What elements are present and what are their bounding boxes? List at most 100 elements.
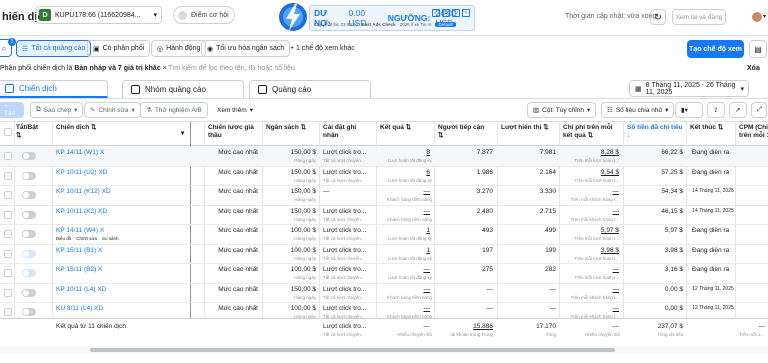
row-checkbox[interactable] — [4, 171, 12, 180]
row-checkbox[interactable] — [4, 269, 12, 277]
col-toggle[interactable]: Tắt/Bật ⇅ — [16, 124, 44, 139]
col-campaign[interactable]: Chiến dịch ⇅ — [56, 124, 176, 132]
campaign-name[interactable]: KP 10/11 (K12) XD — [56, 188, 111, 195]
ab-test-button[interactable]: ⚗ Thử nghiệm A/B — [140, 102, 208, 118]
result-value[interactable]: — — [380, 305, 431, 312]
row-checkbox[interactable] — [4, 191, 12, 199]
view-all-ads[interactable]: ☰ Tất cả quảng cáo — [16, 40, 92, 57]
chevron-down-icon[interactable]: ▾ — [763, 13, 766, 20]
create-button[interactable]: + Tạo — [0, 102, 24, 118]
cost-per-result[interactable]: 8,28 $ — [563, 149, 619, 156]
campaign-toggle[interactable] — [22, 171, 36, 180]
result-value[interactable]: — — [380, 286, 431, 293]
campaign-name[interactable]: KP 14/11 (W1) X — [56, 149, 104, 156]
row-checkbox[interactable] — [4, 230, 12, 238]
campaign-toggle[interactable] — [22, 230, 36, 238]
column-menu-icon[interactable]: ▾ — [181, 130, 184, 138]
table-row[interactable]: KP 15/11 (B1) X Mức cao nhất 100,00 $ Hàng … — [0, 245, 768, 264]
row-checkbox[interactable] — [4, 249, 12, 258]
chart-button[interactable]: ⤢ — [751, 102, 767, 118]
col-cpm[interactable]: CPM (Chi trên mỗi 1 — [739, 124, 768, 139]
result-value[interactable]: 8 — [380, 149, 430, 156]
check-icon[interactable]: ✓ — [432, 9, 440, 17]
table-row[interactable]: KP 14/11 (W4) X Biểu đồ Chỉnh sửa So sánh Mứ… — [0, 225, 768, 245]
cost-per-result[interactable]: — — [563, 266, 620, 273]
export-button[interactable]: ⇪ — [707, 102, 725, 118]
create-view-button[interactable]: Tạo chế độ xem — [687, 40, 744, 58]
refresh-icon[interactable]: ↻ — [452, 9, 460, 17]
row-checkbox[interactable] — [4, 288, 12, 297]
cost-per-result[interactable]: — — [563, 188, 620, 195]
table-row[interactable]: KP 10/11 (U2) XD Mức cao nhất 150,00 $ Hàng… — [0, 167, 768, 186]
table-row[interactable]: KP 14/11 (W1) X Mức cao nhất 150,00 $ Hàng … — [0, 147, 768, 167]
campaign-name[interactable]: KP 10/11 (L4) XD — [56, 286, 106, 293]
more-button[interactable]: Xem thêm ▾ — [212, 102, 258, 118]
totals-reach[interactable]: 15.886 — [438, 323, 493, 330]
avatar[interactable] — [752, 12, 762, 22]
view-actions[interactable]: ◎ Hành động — [151, 40, 207, 57]
campaign-toggle[interactable] — [22, 288, 36, 297]
col-impressions[interactable]: Lượt hiển thị ⇅ — [501, 124, 559, 132]
campaign-toggle[interactable] — [22, 191, 36, 199]
copy-icon[interactable]: ⧉ — [442, 9, 450, 17]
cost-per-result[interactable]: — — [563, 286, 620, 293]
table-row[interactable]: KP 15/11 (B2) X Mức cao nhất 100,00 $ Hàng … — [0, 264, 768, 284]
col-amount-spent[interactable]: Số tiền đã chi tiêu ↓ — [627, 124, 683, 139]
close-icon[interactable]: × — [462, 9, 470, 17]
date-range-picker[interactable]: ▦ 8 Tháng 11, 2025 - 26 Tháng 11, 2025 ▾ — [629, 80, 749, 97]
edit-button[interactable]: ✎ Chỉnh sửa ▾ — [84, 102, 141, 118]
view-optimize-budget[interactable]: ◉ Tối ưu hóa ngân sách — [201, 40, 291, 57]
result-value[interactable]: 1 — [380, 227, 430, 234]
edit-link[interactable]: Chỉnh sửa — [76, 236, 97, 241]
view-distributed[interactable]: ▣ Có phân phối — [87, 40, 151, 57]
reports-button[interactable]: ▮▾ — [675, 102, 703, 118]
table-row[interactable]: KP 10/11 (K12) XD Mức cao nhất 150,00 $ Hàn… — [0, 186, 768, 206]
filter-search-input[interactable]: Tìm kiếm để lọc theo tên, ID hoặc số liệ… — [168, 65, 295, 72]
table-row[interactable]: KP 10/11 (K2) XD Mức cao nhất 150,00 $ Hàng… — [0, 206, 768, 225]
result-value[interactable]: 6 — [380, 169, 430, 176]
col-cost-per-result[interactable]: Chi phí trên mỗi kết quả ⇅ — [563, 124, 621, 139]
col-ends[interactable]: Kết thúc ⇅ — [690, 124, 734, 132]
compare-link[interactable]: So sánh — [102, 236, 119, 241]
campaign-toggle[interactable] — [22, 308, 36, 316]
clear-filters-button[interactable]: Xóa — [747, 65, 760, 72]
result-value[interactable]: — — [380, 188, 431, 195]
campaign-toggle[interactable] — [22, 269, 36, 277]
campaign-name[interactable]: KP 10/11 (K2) XD — [56, 208, 107, 215]
row-checkbox[interactable] — [4, 308, 12, 316]
result-value[interactable]: — — [380, 266, 431, 273]
result-value[interactable]: 1 — [380, 247, 430, 254]
panel-toggle-button[interactable]: ▤ — [749, 40, 767, 58]
col-results[interactable]: Kết quả ⇅ — [380, 124, 432, 132]
more-views-link[interactable]: + 1 chế độ xem khác — [290, 45, 355, 52]
col-reach[interactable]: Người tiếp cận ⇅ — [438, 124, 492, 139]
tab-ads[interactable]: Quảng cáo — [249, 80, 371, 98]
campaign-toggle[interactable] — [22, 249, 36, 258]
row-checkbox[interactable] — [4, 152, 12, 160]
opportunity-score[interactable]: Điểm cơ hội — [173, 6, 235, 24]
table-row[interactable]: KP 10/11 (L4) XD Mức cao nhất 150,00 $ Hàng… — [0, 284, 768, 303]
row-checkbox[interactable] — [4, 210, 12, 219]
campaign-name[interactable]: KU 8/11 (L4) XD — [56, 305, 103, 312]
share-button[interactable]: ↗ — [729, 102, 747, 118]
default-select[interactable]: Default — [435, 22, 456, 27]
cost-per-result[interactable]: 9,54 $ — [563, 169, 619, 176]
horizontal-scrollbar[interactable] — [90, 348, 615, 352]
refresh-button[interactable]: ↻ — [650, 9, 666, 25]
campaign-name[interactable]: KP 10/11 (U2) XD — [56, 169, 107, 176]
campaign-name[interactable]: KP 14/11 (W4) X — [56, 227, 104, 234]
cost-per-result[interactable]: — — [563, 208, 620, 215]
cost-per-result[interactable]: 5,97 $ — [563, 227, 619, 234]
col-budget[interactable]: Ngân sách ⇅ — [266, 124, 318, 132]
col-bid[interactable]: Chiến lược giá thầu — [208, 124, 260, 139]
columns-button[interactable]: ▥ Cột: Tùy chỉnh ▾ — [527, 102, 597, 118]
campaign-toggle[interactable] — [22, 152, 36, 160]
close-icon[interactable]: × — [163, 65, 167, 72]
account-selector[interactable]: D KUPU178.66 (116620984... ▾ — [36, 6, 162, 24]
review-publish-button[interactable]: Xem lại và đăng — [672, 9, 726, 25]
duplicate-button[interactable]: ⧉ Sao chép ▾ — [30, 102, 84, 118]
result-value[interactable]: — — [380, 208, 431, 215]
col-attribution[interactable]: Cài đặt ghi nhận — [323, 124, 373, 139]
campaign-name[interactable]: KP 15/11 (B2) X — [56, 266, 102, 273]
cost-per-result[interactable]: — — [563, 305, 620, 312]
